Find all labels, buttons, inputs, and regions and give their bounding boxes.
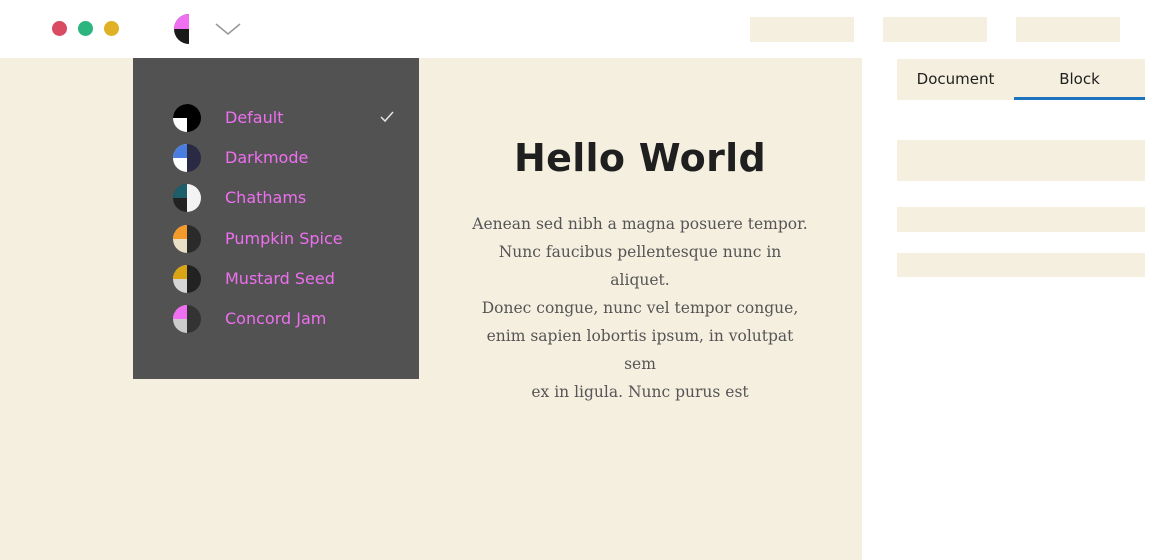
theme-option-darkmode[interactable]: Darkmode <box>173 142 403 174</box>
half-moon-swatch-icon <box>174 14 204 44</box>
paragraph-line: Nunc faucibus pellentesque nunc in aliqu… <box>498 243 782 289</box>
top-toolbar <box>0 0 1170 58</box>
toolbar-placeholder-2[interactable] <box>883 17 987 42</box>
theme-option-chathams[interactable]: Chathams <box>173 182 403 214</box>
theme-option-mustard-seed[interactable]: Mustard Seed <box>173 263 403 295</box>
theme-swatch-icon <box>173 144 201 172</box>
sidebar-placeholder-2[interactable] <box>897 207 1145 232</box>
chevron-down-icon <box>215 23 241 36</box>
theme-option-concord-jam[interactable]: Concord Jam <box>173 303 403 335</box>
window-close-button[interactable] <box>52 21 67 36</box>
paragraph-line: enim sapien lobortis ipsum, in volutpat … <box>486 327 794 373</box>
theme-swatch-icon <box>173 265 201 293</box>
theme-option-default[interactable]: Default <box>173 102 403 134</box>
window-minimize-button[interactable] <box>78 21 93 36</box>
theme-option-pumpkin-spice[interactable]: Pumpkin Spice <box>173 223 403 255</box>
tab-block-label: Block <box>1059 70 1100 88</box>
tab-block[interactable]: Block <box>1014 59 1145 100</box>
theme-swatch-icon <box>173 225 201 253</box>
theme-swatch-icon <box>173 104 201 132</box>
theme-option-label: Mustard Seed <box>225 269 335 288</box>
page-title[interactable]: Hello World <box>440 136 840 180</box>
content-paragraph[interactable]: Aenean sed nibh a magna posuere tempor. … <box>470 210 810 406</box>
toolbar-placeholder-3[interactable] <box>1016 17 1120 42</box>
toolbar-placeholder-1[interactable] <box>750 17 854 42</box>
theme-option-label: Default <box>225 108 284 127</box>
sidebar-placeholder-3[interactable] <box>897 253 1145 277</box>
theme-swatch-icon <box>173 305 201 333</box>
window-maximize-button[interactable] <box>104 21 119 36</box>
theme-swatch-icon <box>173 184 201 212</box>
theme-dropdown-menu: Default Darkmode Chathams Pumpkin Spice … <box>133 58 419 379</box>
paragraph-line: ex in ligula. Nunc purus est <box>531 383 749 401</box>
checkmark-icon <box>380 111 394 123</box>
sidebar-tabs: Document Block <box>897 59 1145 100</box>
theme-option-label: Concord Jam <box>225 309 327 328</box>
theme-switcher-button[interactable] <box>174 14 244 44</box>
theme-option-label: Pumpkin Spice <box>225 229 343 248</box>
paragraph-line: Donec congue, nunc vel tempor congue, <box>481 299 799 317</box>
settings-sidebar: Document Block <box>862 58 1170 560</box>
tab-document[interactable]: Document <box>897 59 1014 100</box>
paragraph-line: Aenean sed nibh a magna posuere tempor. <box>472 215 808 233</box>
theme-option-label: Chathams <box>225 188 307 207</box>
sidebar-placeholder-1[interactable] <box>897 140 1145 181</box>
theme-option-label: Darkmode <box>225 148 309 167</box>
active-tab-indicator <box>1014 97 1145 100</box>
